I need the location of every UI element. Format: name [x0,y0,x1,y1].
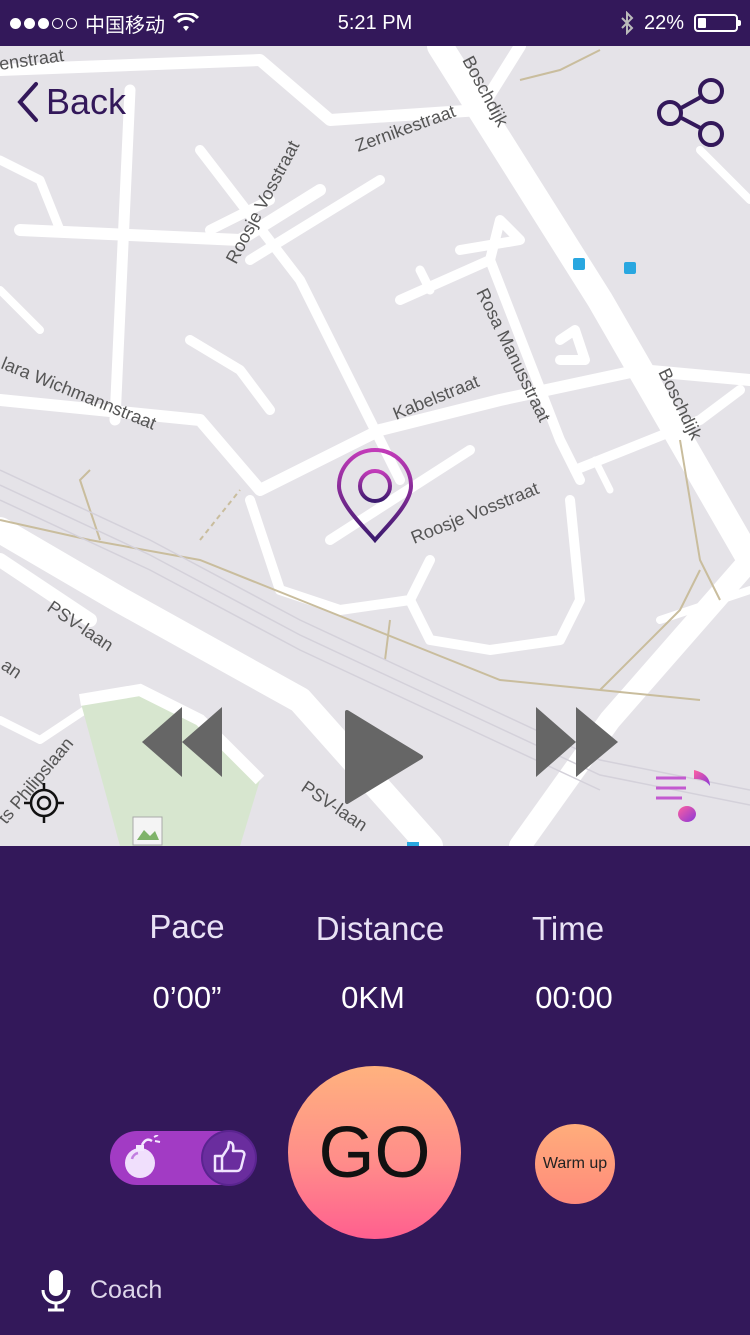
play-icon[interactable] [344,709,424,805]
chevron-left-icon [17,82,38,122]
bluetooth-icon [621,11,634,35]
location-pin-icon [336,448,414,543]
status-bar: 中国移动 5:21 PM 22% [0,0,750,46]
svg-text:Roosje Vosstraat: Roosje Vosstraat [408,478,542,548]
distance-label: Distance [315,910,445,947]
svg-text:an: an [0,655,26,683]
back-label: Back [46,81,127,122]
pace-label: Pace [149,908,225,945]
locate-me-icon[interactable] [24,783,64,823]
warm-up-button[interactable]: Warm up [535,1124,615,1204]
microphone-icon [41,1270,71,1312]
share-icon[interactable] [655,78,725,148]
rewind-icon[interactable] [140,705,226,779]
battery-percentage: 22% [643,11,684,34]
broken-image-icon [132,816,163,846]
back-button[interactable]: Back [14,80,126,124]
go-button[interactable]: GO [288,1066,461,1239]
toggle-knob[interactable] [203,1132,255,1184]
music-playlist-icon[interactable] [654,766,712,826]
bomb-icon [125,1135,161,1178]
time-label: Time [531,910,605,947]
time-value: 00:00 [535,980,613,1015]
mode-toggle[interactable] [110,1131,256,1185]
coach-label: Coach [90,1275,163,1304]
pace-value: 0’00” [152,980,222,1015]
thumbs-up-icon [213,1140,246,1173]
fast-forward-icon[interactable] [532,705,622,779]
distance-value: 0KM [341,980,405,1015]
battery-icon [694,14,741,32]
coach-button[interactable]: Coach [40,1268,162,1312]
svg-text:lara Wichmannstraat: lara Wichmannstraat [0,353,159,433]
